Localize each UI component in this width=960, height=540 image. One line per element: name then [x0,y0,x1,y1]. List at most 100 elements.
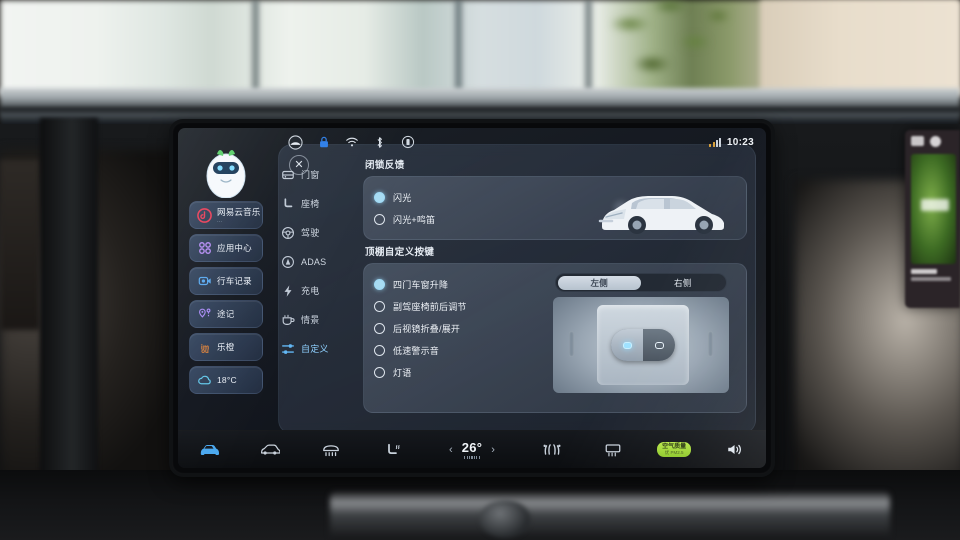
radio-icon[interactable] [374,191,385,203]
scene-cup-icon [280,312,296,328]
console-knob [480,500,530,538]
roof-option-label: 四门车窗升降 [393,279,449,290]
air-quality-indicator[interactable]: 空气质量 优 PM2.5 [644,441,705,458]
aux-caption [911,269,954,281]
menu-item-label: 情景 [301,315,320,325]
netease-music-icon [197,207,212,223]
roof-option-mirror-fold[interactable]: 后视镜折叠/展开 [374,317,549,339]
roof-switch-left[interactable] [611,329,643,361]
roof-option-list[interactable]: 四门车窗升降 副驾座椅前后调节 后视镜折叠/展开 低速警示音 灯语 [374,273,549,383]
car-front-icon [200,444,219,455]
radio-icon[interactable] [374,300,385,312]
seat-icon [280,196,296,212]
bluetooth-icon[interactable] [372,135,387,150]
switch-indicator-icon [654,341,664,349]
dock-item-app-center[interactable]: 应用中心 [189,234,263,262]
aux-poster [911,154,956,264]
menu-item-driving[interactable]: 驾驶 [276,218,338,247]
menu-item-doors[interactable]: 门窗 [276,160,338,189]
lock-option-label: 闪光 [393,192,412,203]
lock-feedback-title: 闭锁反馈 [365,160,405,171]
account-icon[interactable] [288,134,303,150]
aqi-title: 空气质量 [662,443,687,450]
side-toggle[interactable]: 左侧 右侧 [555,273,727,292]
menu-item-label: 充电 [301,286,320,296]
roof-option-windows[interactable]: 四门车窗升降 [374,273,549,295]
phone-link-icon[interactable] [400,135,415,150]
charging-bolt-icon [280,283,296,299]
console-chrome-trim [330,492,890,540]
radio-icon[interactable] [374,366,385,378]
roof-option-label: 后视镜折叠/展开 [393,323,461,334]
menu-item-label: 座椅 [301,199,320,209]
radio-icon[interactable] [374,322,385,334]
dock-item-label: 网易云音乐 [217,206,261,217]
climate-seat-heat-button[interactable] [362,443,423,457]
roof-console-panel [597,305,689,385]
roof-option-low-speed-sound[interactable]: 低速警示音 [374,339,549,361]
roof-option-passenger-seat[interactable]: 副驾座椅前后调节 [374,295,549,317]
dock-list[interactable]: 网易云音乐 ··· 应用中心 行车记录 途记 im ou 乐橙 18°C [189,201,263,394]
passenger-display[interactable] [905,130,960,308]
settings-panel: ✕ 闭锁反馈 闪光 闪光+鸣笛 顶棚自定义按键 四门车窗升降 副驾座椅前后调节 … [278,144,756,434]
dock-item-weather[interactable]: 18°C [189,366,263,394]
app-center-icon [197,241,212,256]
window-mullion [585,0,592,92]
infotainment-screen[interactable]: 10:23 网易云音乐 ··· 应用中心 行车记录 途记 im ou 乐橙 18… [178,128,766,468]
roof-switch[interactable] [611,329,675,361]
climate-car-button[interactable] [178,443,239,456]
wifi-icon[interactable] [344,135,359,150]
dock-item-trip-log[interactable]: 途记 [189,300,263,328]
temp-increase-button[interactable]: › [491,444,495,456]
lock-icon[interactable] [316,135,331,150]
menu-item-label: 驾驶 [301,228,320,238]
climate-rear-defrost-button[interactable] [582,443,643,457]
roof-button-card: 四门车窗升降 副驾座椅前后调节 后视镜折叠/展开 低速警示音 灯语 左侧 右侧 [363,263,747,413]
app-dock[interactable]: 网易云音乐 ··· 应用中心 行车记录 途记 im ou 乐橙 18°C [186,146,266,394]
climate-airflow-button[interactable] [521,443,582,456]
aux-settings-icon [930,136,941,147]
dock-item-netease-music[interactable]: 网易云音乐 ··· [189,201,263,229]
radio-icon[interactable] [374,344,385,356]
settings-menu[interactable]: 门窗 座椅 驾驶 ADAS 充电 情景 自定义 [276,160,338,363]
imou-icon: im ou [197,340,212,355]
side-toggle-right[interactable]: 右侧 [641,276,725,290]
roof-button-title: 顶棚自定义按键 [365,247,435,258]
menu-item-label: ADAS [301,256,327,267]
menu-item-scenes[interactable]: 情景 [276,305,338,334]
svg-text:ou: ou [201,348,209,354]
climate-bar[interactable]: ‹ 26° › 空气质量 优 PM2.5 [178,430,766,468]
cloud-weather-icon [197,373,212,388]
climate-hood-button[interactable] [239,443,300,456]
lock-feedback-card: 闪光 闪光+鸣笛 [363,176,747,240]
trip-log-icon [197,307,212,322]
temp-decrease-button[interactable]: ‹ [449,444,453,456]
menu-item-charging[interactable]: 充电 [276,276,338,305]
menu-item-customize[interactable]: 自定义 [276,334,338,363]
menu-item-seats[interactable]: 座椅 [276,189,338,218]
menu-item-adas[interactable]: ADAS [276,247,338,276]
roof-option-light-signal[interactable]: 灯语 [374,361,549,383]
front-defrost-icon [323,444,340,456]
aux-toolbar [905,130,960,147]
dock-item-label: 行车记录 [217,276,252,286]
steering-icon [280,225,296,241]
air-vent [0,160,40,330]
dash-pillar [40,118,98,498]
climate-front-defrost-button[interactable] [301,443,362,457]
radio-icon[interactable] [374,278,385,290]
hood-icon [261,444,281,455]
radio-icon[interactable] [374,213,385,225]
volume-icon [728,444,742,455]
dock-item-label: 应用中心 [217,243,252,253]
roof-switch-right[interactable] [643,329,675,361]
window-mullion [455,0,462,92]
roof-side-section: 左侧 右侧 [549,273,736,393]
dock-item-imou[interactable]: im ou 乐橙 [189,333,263,361]
infotainment-bezel: 10:23 网易云音乐 ··· 应用中心 行车记录 途记 im ou 乐橙 18… [172,122,772,474]
side-toggle-left[interactable]: 左侧 [557,275,641,290]
dock-item-dashcam[interactable]: 行车记录 [189,267,263,295]
temperature-control[interactable]: ‹ 26° › [423,440,521,459]
status-bar: 10:23 [178,128,766,156]
volume-button[interactable] [705,442,766,457]
